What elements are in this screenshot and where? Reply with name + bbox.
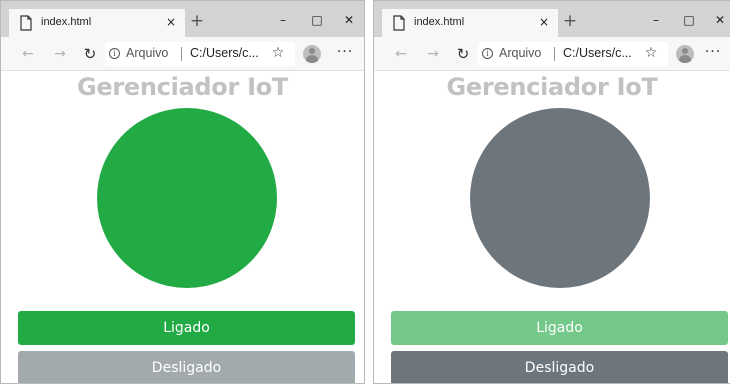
info-icon[interactable]: i: [482, 48, 493, 59]
page-icon: [393, 15, 405, 31]
title-bar: index.html × + – □ ✕: [374, 1, 730, 37]
tab-close-icon[interactable]: ×: [163, 14, 179, 30]
profile-avatar[interactable]: [676, 45, 694, 63]
browser-toolbar: ← → ↻ i Arquivo C:/Users/c... ☆ ···: [1, 37, 364, 71]
off-button[interactable]: Desligado: [18, 351, 355, 383]
url-text[interactable]: C:/Users/c...: [190, 46, 259, 60]
favorite-star-icon[interactable]: ☆: [269, 44, 287, 62]
minimize-icon[interactable]: –: [268, 9, 298, 31]
refresh-icon[interactable]: ↻: [81, 45, 99, 63]
maximize-icon[interactable]: □: [674, 9, 704, 31]
refresh-icon[interactable]: ↻: [454, 45, 472, 63]
url-text[interactable]: C:/Users/c...: [563, 46, 632, 60]
maximize-icon[interactable]: □: [302, 9, 332, 31]
page-content: Gerenciador IoT Ligado Desligado: [374, 71, 730, 383]
forward-icon[interactable]: →: [51, 45, 69, 63]
status-indicator-circle: [470, 108, 650, 288]
browser-window-right: index.html × + – □ ✕ ← → ↻ i Arquivo C:/…: [373, 0, 730, 384]
on-button[interactable]: Ligado: [18, 311, 355, 345]
forward-icon[interactable]: →: [424, 45, 442, 63]
info-icon[interactable]: i: [109, 48, 120, 59]
status-indicator-circle: [97, 108, 277, 288]
more-icon[interactable]: ···: [335, 45, 355, 63]
page-icon: [20, 15, 32, 31]
title-bar: index.html × + – □ ✕: [1, 1, 364, 37]
page-title: Gerenciador IoT: [77, 73, 288, 101]
site-label: Arquivo: [499, 46, 542, 60]
page-title: Gerenciador IoT: [446, 73, 658, 101]
browser-toolbar: ← → ↻ i Arquivo C:/Users/c... ☆ ···: [374, 37, 730, 71]
window-close-icon[interactable]: ✕: [334, 9, 364, 31]
address-bar[interactable]: i Arquivo C:/Users/c...: [105, 42, 295, 66]
back-icon[interactable]: ←: [392, 45, 410, 63]
off-button[interactable]: Desligado: [391, 351, 728, 383]
profile-avatar[interactable]: [303, 45, 321, 63]
browser-tab[interactable]: index.html ×: [382, 9, 558, 37]
back-icon[interactable]: ←: [19, 45, 37, 63]
browser-tab[interactable]: index.html ×: [9, 9, 185, 37]
browser-window-left: index.html × + – □ ✕ ← → ↻ i Arquivo C:/…: [0, 0, 365, 384]
address-bar[interactable]: i Arquivo C:/Users/c...: [478, 42, 668, 66]
tab-title: index.html: [41, 16, 92, 28]
address-divider: [554, 47, 555, 61]
more-icon[interactable]: ···: [703, 45, 723, 63]
new-tab-icon[interactable]: +: [189, 13, 205, 30]
on-button[interactable]: Ligado: [391, 311, 728, 345]
address-divider: [181, 47, 182, 61]
tab-title: index.html: [414, 16, 465, 28]
tab-close-icon[interactable]: ×: [536, 14, 552, 30]
site-label: Arquivo: [126, 46, 169, 60]
new-tab-icon[interactable]: +: [562, 13, 578, 30]
window-close-icon[interactable]: ✕: [705, 9, 730, 31]
page-content: Gerenciador IoT Ligado Desligado: [1, 71, 364, 383]
favorite-star-icon[interactable]: ☆: [642, 44, 660, 62]
minimize-icon[interactable]: –: [641, 9, 671, 31]
